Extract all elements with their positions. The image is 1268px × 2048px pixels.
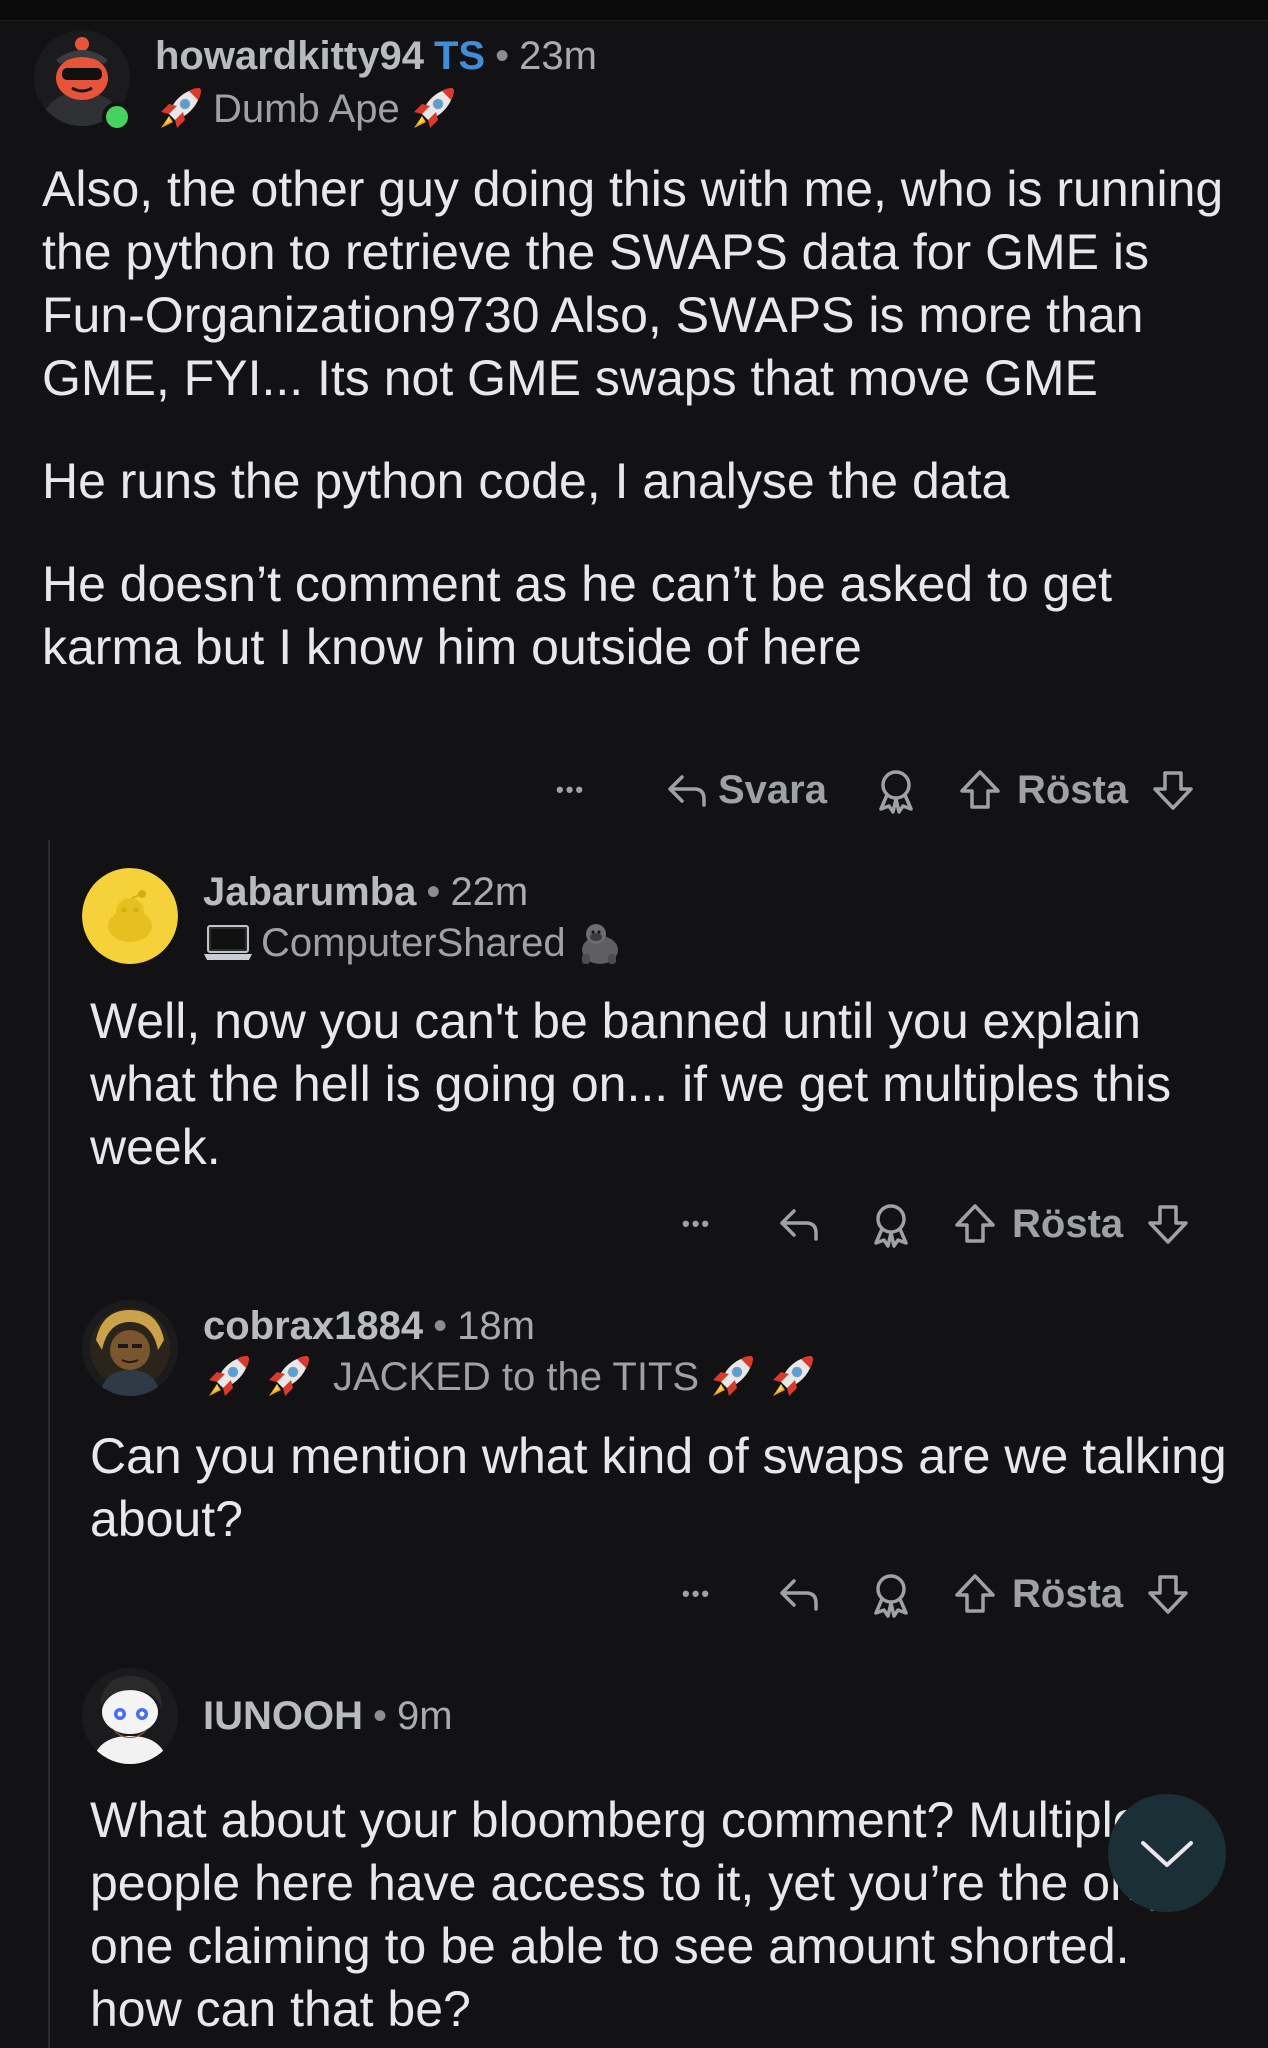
username[interactable]: cobrax1884 xyxy=(203,1304,423,1348)
award-icon xyxy=(874,1574,908,1618)
comment-meta: cobrax1884 • 18m xyxy=(203,1302,535,1350)
reply-label: Svara xyxy=(718,767,827,812)
username[interactable]: IUNOOH xyxy=(203,1694,363,1738)
rocket-icon xyxy=(712,1355,754,1397)
upvote-button[interactable] xyxy=(952,1201,998,1247)
reply-icon xyxy=(668,775,706,807)
flair-text: Dumb Ape xyxy=(213,87,400,131)
vote-label: Rösta xyxy=(1012,1201,1124,1246)
timestamp: 23m xyxy=(519,34,597,78)
upvote-button[interactable] xyxy=(952,1571,998,1617)
upvote-button[interactable] xyxy=(957,767,1003,813)
avatar[interactable] xyxy=(82,1300,178,1396)
rocket-icon xyxy=(268,1355,310,1397)
rocket-icon xyxy=(772,1355,814,1397)
comment-paragraph: Can you mention what kind of swaps are w… xyxy=(90,1428,1227,1547)
downvote-button[interactable] xyxy=(1145,1571,1191,1617)
separator-dot: • xyxy=(373,1694,388,1738)
comment-meta: Jabarumba • 22m xyxy=(203,868,528,916)
user-flair: JACKED to the TITS xyxy=(203,1352,817,1402)
award-icon xyxy=(874,1204,908,1248)
comment-meta: IUNOOH • 9m xyxy=(203,1692,453,1740)
reply-icon xyxy=(780,1579,818,1611)
username[interactable]: howardkitty94 xyxy=(155,34,424,78)
award-button[interactable] xyxy=(866,1199,916,1249)
award-button[interactable] xyxy=(871,765,921,815)
timestamp: 18m xyxy=(457,1304,535,1348)
more-options-button[interactable]: ••• xyxy=(556,777,626,803)
rocket-icon xyxy=(160,87,202,129)
separator-dot: • xyxy=(426,870,441,914)
timestamp: 22m xyxy=(450,870,529,914)
op-badge: TS xyxy=(433,34,486,78)
username[interactable]: Jabarumba xyxy=(203,870,416,914)
upvote-icon xyxy=(955,1204,995,1243)
more-options-button[interactable]: ••• xyxy=(682,1211,752,1237)
downvote-button[interactable] xyxy=(1150,767,1196,813)
downvote-icon xyxy=(1153,771,1193,810)
comment-body: What about your bloomberg comment? Multi… xyxy=(90,1789,1230,2041)
award-button[interactable] xyxy=(866,1569,916,1619)
comment-body: Well, now you can't be banned until you … xyxy=(90,990,1230,1179)
award-icon xyxy=(879,770,913,814)
comment-paragraph: He doesn’t comment as he can’t be asked … xyxy=(42,556,1113,675)
chevron-down-icon xyxy=(1141,1841,1193,1867)
upvote-icon xyxy=(960,770,1000,809)
laptop-icon xyxy=(204,925,252,960)
comment-paragraph: Also, the other guy doing this with me, … xyxy=(42,161,1224,406)
scroll-to-next-button[interactable] xyxy=(1108,1794,1226,1912)
reply-button[interactable]: Svara xyxy=(664,767,827,813)
comment-body: Can you mention what kind of swaps are w… xyxy=(90,1425,1230,1551)
separator-dot: • xyxy=(495,34,510,78)
upvote-icon xyxy=(955,1574,995,1613)
flair-text: ComputerShared xyxy=(261,921,566,965)
comment-meta: howardkitty94 TS • 23m xyxy=(155,32,597,80)
gorilla-icon xyxy=(581,924,618,964)
downvote-icon xyxy=(1148,1575,1188,1614)
timestamp: 9m xyxy=(397,1694,453,1738)
comment-paragraph: What about your bloomberg comment? Multi… xyxy=(90,1792,1174,2037)
avatar[interactable] xyxy=(82,1668,178,1764)
downvote-icon xyxy=(1148,1205,1188,1244)
status-bar xyxy=(0,0,1268,21)
rocket-icon xyxy=(413,87,455,129)
flair-text: JACKED to the TITS xyxy=(333,1355,700,1399)
reply-icon xyxy=(780,1209,818,1241)
rocket-icon xyxy=(208,1355,250,1397)
vote-label: Rösta xyxy=(1016,767,1129,812)
user-flair: ComputerShared xyxy=(203,918,624,968)
more-options-button[interactable]: ••• xyxy=(682,1581,752,1607)
comment-body: Also, the other guy doing this with me, … xyxy=(42,158,1232,679)
comment-actions: ••• Rösta xyxy=(682,1564,1191,1624)
comment-paragraph: Well, now you can't be banned until you … xyxy=(90,993,1172,1175)
comment-actions: ••• Rösta xyxy=(682,1194,1191,1254)
vote-label: Rösta xyxy=(1012,1571,1124,1616)
avatar[interactable] xyxy=(82,868,178,964)
reply-button[interactable] xyxy=(776,1571,822,1617)
reply-button[interactable] xyxy=(776,1201,822,1247)
online-indicator xyxy=(102,102,132,132)
comment-paragraph: He runs the python code, I analyse the d… xyxy=(42,453,1010,509)
thread-line[interactable] xyxy=(48,840,50,2048)
comment-actions: ••• Svara Rösta xyxy=(556,760,1196,820)
downvote-button[interactable] xyxy=(1145,1201,1191,1247)
user-flair: Dumb Ape xyxy=(155,84,458,134)
separator-dot: • xyxy=(433,1304,448,1348)
